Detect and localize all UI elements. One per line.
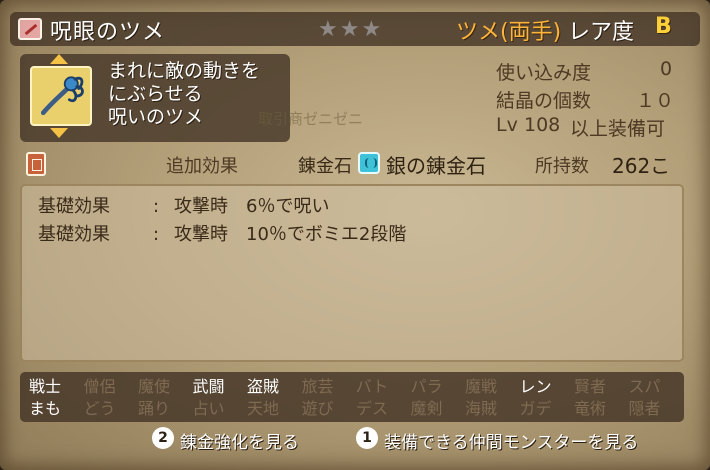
job-row2-3: 占い	[192, 399, 225, 418]
rarity-value: B	[655, 14, 672, 39]
job-row1-1: 僧侶	[83, 377, 116, 396]
level-prefix: Lv	[496, 114, 518, 136]
tab-added-effect[interactable]: 追加効果	[166, 152, 238, 178]
job-row1-11: スパ	[628, 377, 661, 396]
book-icon[interactable]	[26, 152, 46, 176]
claw-weapon-icon	[30, 66, 92, 126]
star-rating: ★★★	[318, 17, 384, 42]
job-row2-7: 魔剣	[410, 399, 443, 418]
effect-label: 基礎効果	[38, 196, 110, 217]
job-row1-10: 賢者	[573, 377, 606, 396]
job-row2-5: 遊び	[301, 399, 334, 418]
alchemy-upgrade-hint[interactable]: 錬金強化を見る	[180, 428, 299, 453]
job-row1-6: バト	[355, 377, 389, 396]
job-row1-0: 戦士	[28, 377, 61, 396]
job-row1-3: 武闘	[192, 377, 225, 396]
item-description-line: 呪いのツメ	[108, 106, 204, 128]
owned-count-label: 所持数	[535, 156, 589, 177]
job-row2-9: ガデ	[519, 399, 552, 418]
merchant-watermark: 取引商ゼニゼニ	[258, 110, 364, 128]
effect-text: 攻撃時 10％でボミエ2段階	[174, 224, 407, 245]
job-row2-11: 隠者	[628, 399, 661, 418]
button-2-icon[interactable]: 2	[152, 427, 174, 449]
item-detail-window: 呪眼のツメ ★★★ ツメ(両手) レア度 B まれに敵の動きを にぶらせる 呪い…	[0, 0, 710, 470]
alchemy-stone-icon	[358, 152, 380, 174]
owned-count-value: 262こ	[612, 154, 671, 178]
item-description-line: まれに敵の動きを	[108, 60, 261, 82]
item-description: まれに敵の動きを にぶらせる 呪いのツメ	[108, 60, 260, 129]
level-suffix: 以上装備可	[570, 118, 666, 140]
job-row2-0: まも	[28, 399, 61, 418]
claw-category-icon	[18, 18, 42, 40]
arrow-up-icon[interactable]	[50, 54, 68, 64]
item-description-line: にぶらせる	[108, 83, 203, 105]
crystal-label: 結晶の個数	[496, 90, 592, 112]
job-row1-7: パラ	[410, 377, 443, 396]
item-name: 呪眼のツメ	[50, 20, 166, 45]
alchemy-stone-name: 銀の錬金石	[386, 154, 486, 178]
arrow-down-icon[interactable]	[50, 128, 68, 138]
effect-separator: :	[152, 224, 160, 245]
job-row2-4: 天地	[246, 399, 279, 418]
effect-label: 基礎効果	[38, 224, 110, 245]
job-row1-5: 旅芸	[301, 377, 334, 396]
usage-label: 使い込み度	[496, 62, 592, 84]
job-row1-2: 魔使	[137, 377, 170, 396]
job-row2-2: 踊り	[137, 399, 170, 418]
job-row1-4: 盗賊	[246, 377, 279, 396]
effect-row: 基礎効果: 攻撃時 6％で呪い	[38, 192, 329, 218]
effect-text: 攻撃時 6％で呪い	[174, 196, 330, 217]
effect-row: 基礎効果: 攻撃時 10％でボミエ2段階	[38, 220, 406, 246]
crystal-value: １０	[636, 90, 675, 112]
job-row1-9: レン	[519, 377, 552, 396]
button-1-icon[interactable]: 1	[356, 427, 378, 449]
level-value: 108	[524, 114, 561, 136]
weapon-kind: ツメ(両手)	[456, 20, 562, 45]
job-row1-8: 魔戦	[464, 377, 497, 396]
job-row2-8: 海賊	[464, 399, 497, 418]
alchemy-stone-label: 錬金石	[298, 156, 352, 177]
rarity-label: レア度	[568, 20, 635, 45]
companion-monster-hint[interactable]: 装備できる仲間モンスターを見る	[384, 428, 638, 453]
usage-value: 0	[660, 58, 673, 80]
job-row2-10: 竜術	[573, 399, 606, 418]
job-row2-1: どう	[83, 399, 116, 418]
job-row2-6: デス	[355, 399, 388, 418]
effect-separator: :	[152, 196, 160, 217]
